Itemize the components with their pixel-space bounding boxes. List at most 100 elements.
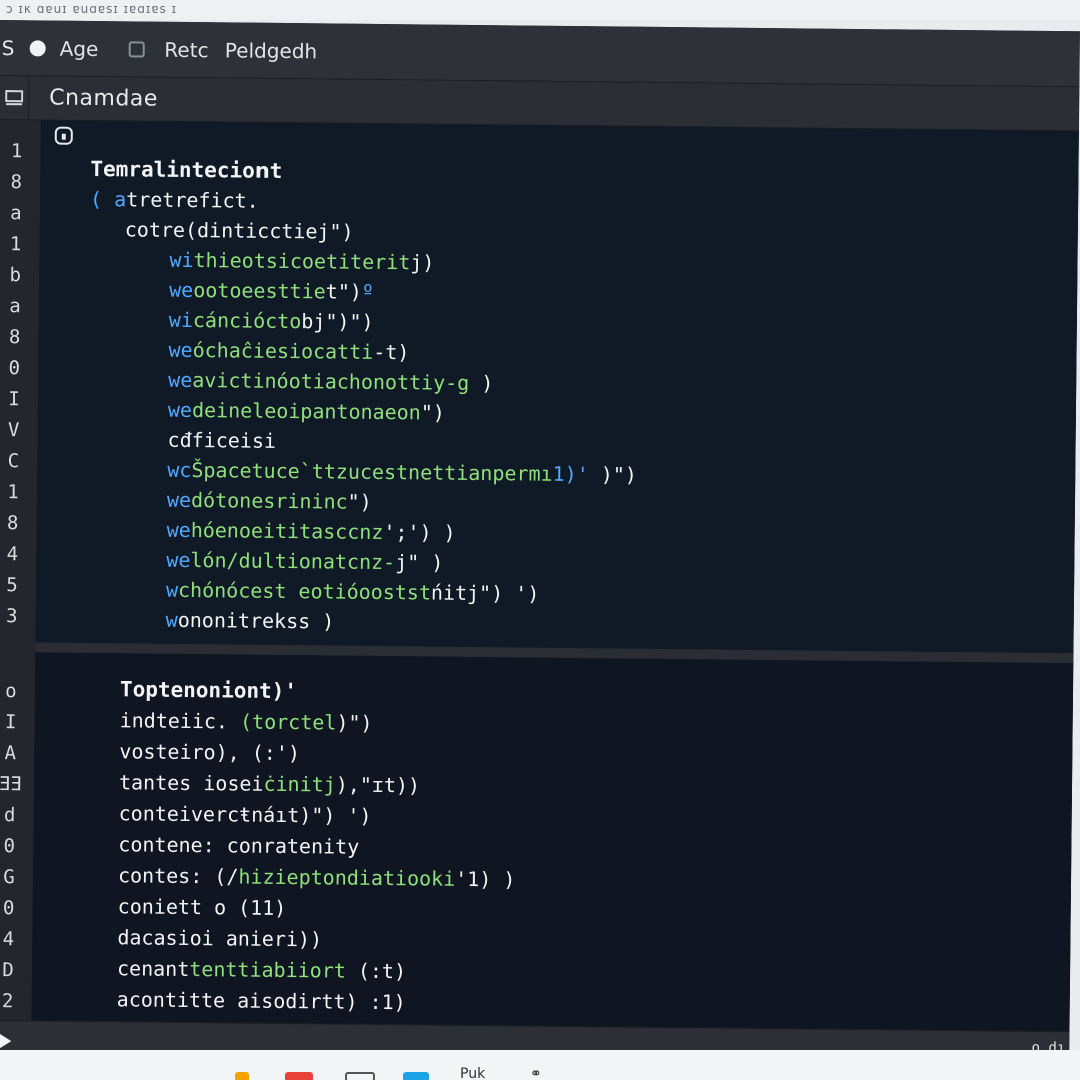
code-token: hizieptondiatiooki [238,864,456,891]
code-line[interactable]: conteivercŧnáıt)") ') [119,801,372,828]
line-number: 8 [8,326,21,349]
code-pane-top[interactable]: Temralintecio𝗻t ( atretrefict. cotre(dinti… [35,120,1079,654]
line-number: D [2,959,14,982]
app-icon-orange[interactable] [235,1072,249,1080]
code-token: 1)' [552,461,589,487]
link-icon[interactable]: ⚭ [530,1066,542,1080]
line-number: 5 [6,574,18,597]
code-token: contes: (/ [117,863,239,889]
line-number: 3 [5,605,18,628]
code-line[interactable]: coniett o (11) [118,894,287,920]
code-line[interactable]: withieotsicoetiteritj) [169,248,434,275]
line-number: d [3,804,16,827]
code-token: ńitj") ') [430,580,540,606]
code-token: (:t) [345,958,407,984]
code-token: lón/dultionatcnz- [190,548,396,575]
code-token: tenttiabiiort [189,957,346,983]
code-token: dacasioi anieri)) [117,925,323,952]
code-line[interactable]: indteiic. (torctel)") [120,708,373,735]
code-token: ") [420,400,446,425]
code-token: º [361,279,375,304]
code-line[interactable]: welón/dultionatcnz-j" ) [166,548,443,575]
code-token: wc [167,457,192,483]
code-line[interactable]: wedótonesrininc") [167,488,372,514]
code-token: chónócest eotióoostst [177,577,432,605]
code-line[interactable]: wedeineleoipantonaeon") [168,398,445,425]
code-line[interactable]: tantes ioseiċinitj),"ɪt)) [119,770,420,797]
code-line[interactable]: weootoeesttiet")º [169,278,374,304]
code-line[interactable]: wcŠpacetuce`ttzucestnettianpermı1)' )") [167,458,637,487]
code-line[interactable]: vosteiro), (:') [119,739,300,765]
app-icon-red[interactable] [285,1072,313,1080]
code-token: cánciócto [192,308,302,334]
app-icon-window[interactable] [345,1072,375,1080]
line-number: 4 [2,928,15,951]
code-token: bj")") [301,309,374,334]
tab-age[interactable]: Age [60,36,99,60]
code-line[interactable]: cđficeisi [167,428,276,453]
code-token: ';') ) [383,520,456,545]
code-token: ),"ɪt)) [335,772,421,798]
code-pane-bottom[interactable]: Toptenoniont)' indteiic. (torctel)") voste… [31,652,1074,1045]
code-line[interactable]: Temralintecio𝗻t [90,157,282,183]
code-line[interactable]: wicáncióctobj")") [169,308,374,334]
play-icon[interactable] [0,1031,12,1052]
code-line[interactable]: cenanttenttiabiiort (:t) [117,956,406,983]
code-line[interactable]: weóchaĉiesiocatti-t) [168,338,409,365]
title-letter: S [1,35,15,60]
code-line[interactable]: wononitrekss ) [166,608,335,634]
line-number: I [8,388,20,411]
line-number: A [4,742,17,765]
tab-peldgedh[interactable]: Retc Peldgedh [164,37,317,63]
code-token: vosteiro), (:') [119,739,301,766]
code-token: we [168,337,193,363]
tab-label-word2: Peldgedh [224,37,318,63]
code-token: cđficeisi [167,427,277,453]
code-token: tantes iosei [118,770,264,796]
code-token: hóenoeititasccnz [190,518,384,545]
panel-icon[interactable] [0,75,30,120]
code-line[interactable]: weavictinóotiachonottiy-g ) [168,368,493,395]
code-line[interactable]: cotre(dinticctiej") [125,217,354,243]
line-number: V [7,419,20,442]
line-number: 0 [2,897,15,920]
code-token: w [165,577,179,602]
taskbar-label[interactable]: Puk [460,1066,485,1080]
checkbox-icon[interactable] [128,40,145,58]
code-token: w [165,607,178,632]
code-token: deineleoipantonaeon [191,398,421,425]
code-token: ( a [90,186,127,212]
line-number: b [9,264,22,287]
line-number: C [7,450,20,473]
code-view[interactable]: Temralintecio𝗻t ( atretrefict. cotre(dinti… [31,120,1079,1045]
code-token: acontitte aisodirtt) :1) [116,987,406,1015]
code-line[interactable]: contene: conratenity [118,832,359,859]
code-line[interactable]: wchónócest eotióooststńitj") ') [166,578,540,606]
code-line[interactable]: ( atretrefict. [90,187,259,213]
code-token: indteiic. [119,708,241,734]
record-dot-icon[interactable] [29,39,46,56]
lock-icon [54,126,73,145]
code-line[interactable]: wehóenoeititasccnz';') ) [167,518,456,545]
code-token: we [168,367,193,393]
line-number: I [4,711,17,734]
line-number: 0 [3,835,16,858]
code-line[interactable]: dacasioi anieri)) [117,925,322,951]
code-token: j" ) [395,550,444,575]
code-token: '1) ) [455,866,516,892]
code-token: )") [336,710,373,735]
code-token: t") [325,279,362,304]
code-line[interactable]: acontitte aisodirtt) :1) [117,987,406,1014]
code-line[interactable]: contes: (/hizieptondiatiooki'1) ) [118,863,516,891]
code-token: tretrefict. [126,187,259,213]
code-token: cotre(dinticctiej") [124,217,354,244]
line-number: 1 [10,140,23,163]
line-number: ƎƎ [0,773,22,796]
terminal-window: S Age Retc Peldgedh Cnamdae 18a1ba80IVC1… [0,20,1080,1072]
code-line[interactable]: Toptenoniont)' [120,677,297,703]
editor-area: 18a1ba80IVC18453oIAƎƎd0G04D21 Temralinte… [0,119,1079,1045]
app-icon-blue[interactable] [403,1072,429,1080]
code-token: ") [347,489,372,514]
code-token: Špacetuce`ttzucestnettianpermı [191,458,553,486]
code-token: ) [469,370,494,396]
